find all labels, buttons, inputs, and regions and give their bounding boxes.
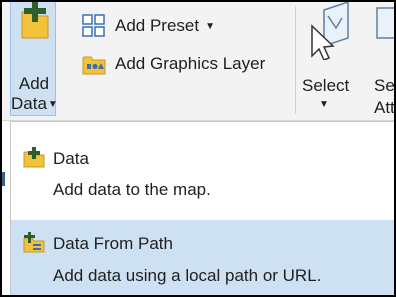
select-by-attributes-label-line2[interactable]: Att bbox=[374, 98, 395, 118]
add-data-dropdown-menu: Data Add data to the map. Data From Path… bbox=[10, 121, 396, 297]
graphics-layer-icon bbox=[82, 56, 106, 75]
add-graphics-layer-label: Add Graphics Layer bbox=[115, 54, 266, 73]
menu-item-title: Data bbox=[53, 149, 89, 168]
menu-item-description: Add data using a local path or URL. bbox=[53, 266, 322, 285]
add-data-button[interactable]: Add Data▼ bbox=[10, 0, 58, 116]
data-from-path-icon bbox=[23, 232, 45, 253]
add-preset-icon bbox=[82, 14, 105, 37]
menu-item-title: Data From Path bbox=[53, 234, 173, 253]
dropdown-caret-icon: ▼ bbox=[47, 99, 58, 110]
dropdown-caret-icon: ▼ bbox=[205, 20, 216, 32]
ribbon-separator bbox=[295, 6, 296, 114]
select-button-label[interactable]: Select bbox=[302, 76, 349, 96]
select-cursor-icon[interactable] bbox=[310, 0, 350, 60]
add-preset-button[interactable]: Add Preset ▼ bbox=[82, 13, 215, 39]
dropdown-caret-icon[interactable]: ▼ bbox=[319, 99, 329, 110]
add-data-label-line2: Data▼ bbox=[11, 94, 58, 113]
add-data-small-icon bbox=[23, 147, 45, 168]
menu-item-data-from-path[interactable]: Data From Path Add data using a local pa… bbox=[11, 220, 395, 296]
add-data-label-line1: Add bbox=[18, 74, 50, 93]
map-edge-marker bbox=[0, 172, 5, 186]
select-by-attributes-label-line1[interactable]: Se bbox=[374, 76, 395, 96]
select-by-attributes-icon[interactable] bbox=[371, 6, 396, 46]
add-graphics-layer-button[interactable]: Add Graphics Layer bbox=[82, 51, 265, 77]
ribbon: Add Data▼ Add Preset ▼ Add Graphics Laye… bbox=[0, 0, 396, 121]
add-data-icon bbox=[21, 0, 49, 39]
add-preset-label: Add Preset bbox=[115, 16, 200, 35]
menu-item-description: Add data to the map. bbox=[53, 180, 211, 199]
menu-item-data[interactable]: Data Add data to the map. bbox=[11, 136, 395, 208]
